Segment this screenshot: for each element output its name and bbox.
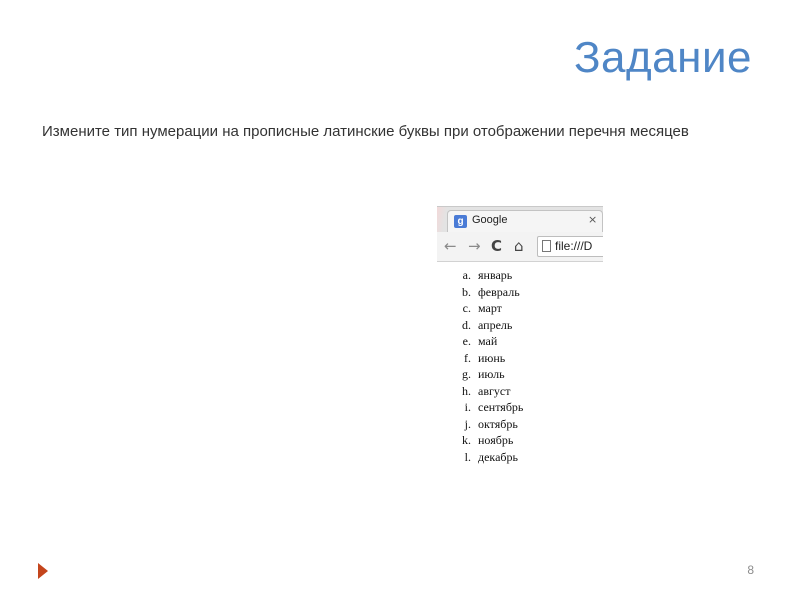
browser-tab[interactable]: g Google × <box>447 210 603 233</box>
reload-icon[interactable]: C <box>491 238 502 254</box>
list-item: c. март <box>437 300 603 317</box>
browser-screenshot: g Google × ← → C ⌂ file:///D a. январь b. ф… <box>437 206 603 472</box>
list-marker: j. <box>464 416 471 431</box>
list-marker: a. <box>462 268 471 282</box>
month-name: июль <box>478 367 505 381</box>
next-slide-arrow-icon[interactable] <box>38 563 48 579</box>
list-marker: c. <box>462 301 471 315</box>
list-item: b. февраль <box>437 284 603 301</box>
close-tab-icon[interactable]: × <box>588 213 597 226</box>
month-name: апрель <box>478 317 513 332</box>
list-item: h. август <box>437 383 603 400</box>
browser-page-content: a. январь b. февраль c. март d. апрель e. май f. ию… <box>437 263 603 472</box>
browser-toolbar: ← → C ⌂ file:///D <box>437 232 603 262</box>
forward-arrow-icon[interactable]: → <box>468 238 481 254</box>
list-item: e. май <box>437 333 603 350</box>
page-icon <box>542 240 551 252</box>
month-name: октябрь <box>478 416 518 431</box>
address-bar[interactable]: file:///D <box>537 236 603 257</box>
list-marker: e. <box>462 334 471 348</box>
list-marker: g. <box>462 367 471 381</box>
list-item: d. апрель <box>437 317 603 334</box>
list-marker: f. <box>464 350 471 365</box>
browser-tabstrip: g Google × <box>437 206 603 233</box>
slide-title: Задание <box>573 33 752 82</box>
list-item: k. ноябрь <box>437 432 603 449</box>
list-marker: d. <box>462 317 471 332</box>
task-text: Измените тип нумерации на прописные лати… <box>42 123 689 140</box>
month-name: декабрь <box>478 449 518 464</box>
month-name: ноябрь <box>478 433 514 447</box>
month-list: a. январь b. февраль c. март d. апрель e. май f. ию… <box>437 267 603 465</box>
month-name: февраль <box>478 284 520 299</box>
month-name: август <box>478 383 511 398</box>
list-item: g. июль <box>437 366 603 383</box>
list-item: a. январь <box>437 267 603 284</box>
month-name: март <box>478 301 502 315</box>
list-marker: h. <box>462 383 471 398</box>
list-marker: i. <box>464 400 471 414</box>
url-text: file:///D <box>555 239 593 253</box>
page-number: 8 <box>747 563 754 577</box>
list-item: j. октябрь <box>437 416 603 433</box>
tab-title: Google <box>472 214 508 226</box>
month-name: май <box>478 334 498 348</box>
month-name: январь <box>478 268 513 282</box>
home-icon[interactable]: ⌂ <box>514 238 524 254</box>
month-name: июнь <box>478 350 506 365</box>
list-item: i. сентябрь <box>437 399 603 416</box>
list-item: f. июнь <box>437 350 603 367</box>
list-marker: k. <box>462 433 471 447</box>
month-name: сентябрь <box>478 400 524 414</box>
list-marker: b. <box>462 284 471 299</box>
google-favicon-icon: g <box>454 215 467 228</box>
back-arrow-icon[interactable]: ← <box>444 238 457 254</box>
list-marker: l. <box>464 449 471 464</box>
list-item: l. декабрь <box>437 449 603 466</box>
